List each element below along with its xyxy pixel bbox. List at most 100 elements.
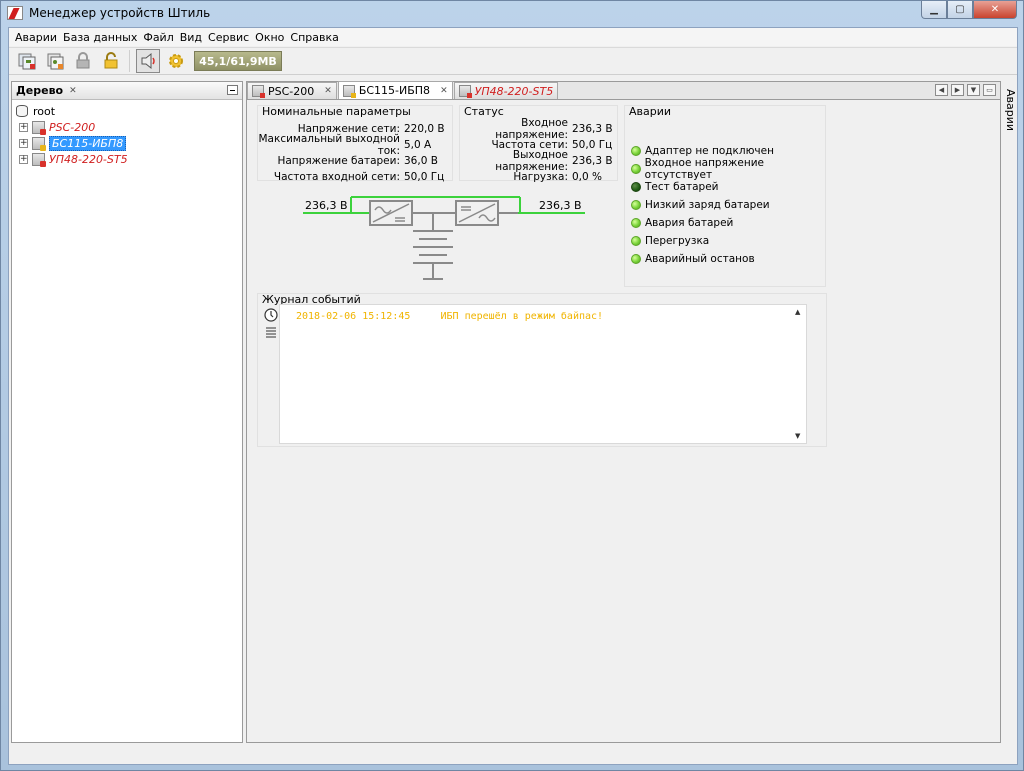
menu-bar: Аварии База данных Файл Вид Сервис Окно … bbox=[9, 28, 1017, 46]
device-editor-panel: PSC-200 ✕ БС115-ИБП8 ✕ УП48-220-ST5 ◀ ▶ … bbox=[246, 81, 1001, 743]
tab-scroll-left-icon[interactable]: ◀ bbox=[935, 84, 948, 96]
status-led-icon bbox=[631, 146, 641, 156]
tab-up48[interactable]: УП48-220-ST5 bbox=[453, 82, 559, 99]
status-value: 236,3 В bbox=[572, 155, 613, 167]
status-bar bbox=[9, 746, 1017, 764]
param-value: 36,0 В bbox=[404, 155, 438, 167]
tab-psc-200[interactable]: PSC-200 ✕ bbox=[247, 82, 337, 99]
alarm-item: Входное напряжение отсутствует bbox=[631, 157, 825, 181]
tree-item-psc-200[interactable]: + PSC-200 bbox=[14, 119, 240, 135]
nominal-params-title: Номинальные параметры bbox=[262, 105, 411, 118]
alarm-label: Низкий заряд батареи bbox=[645, 199, 770, 211]
list-icon[interactable] bbox=[265, 326, 277, 338]
param-label: Напряжение батареи: bbox=[277, 155, 400, 167]
status-led-icon bbox=[631, 254, 641, 264]
lock-button[interactable] bbox=[71, 49, 95, 73]
status-led-icon bbox=[631, 164, 641, 174]
nominal-params-group: Номинальные параметры Напряжение сети: 22… bbox=[257, 105, 453, 183]
device-warning-icon bbox=[32, 136, 46, 151]
tab-bs115[interactable]: БС115-ИБП8 ✕ bbox=[337, 81, 453, 99]
status-value: 0,0 % bbox=[572, 171, 603, 183]
unlock-button[interactable] bbox=[99, 49, 123, 73]
tree-item-bs115[interactable]: + БС115-ИБП8 bbox=[14, 135, 240, 151]
scroll-down-icon[interactable]: ▼ bbox=[795, 432, 800, 440]
close-icon[interactable]: ✕ bbox=[324, 86, 332, 96]
close-icon[interactable]: ✕ bbox=[69, 86, 77, 96]
toolbar: 45,1/61,9МВ bbox=[9, 47, 1017, 75]
device-tree: root + PSC-200 + БС115-ИБП8 + УП48-220-S… bbox=[12, 100, 242, 170]
menu-view[interactable]: Вид bbox=[177, 31, 205, 44]
status-led-icon bbox=[631, 200, 641, 210]
alarms-group: Аварии Адаптер не подключен Входное напр… bbox=[624, 105, 826, 287]
device-content: Номинальные параметры Напряжение сети: 22… bbox=[247, 101, 1000, 742]
toolbar-separator bbox=[129, 50, 130, 72]
status-label: Входное напряжение: bbox=[495, 117, 568, 141]
menu-help[interactable]: Справка bbox=[287, 31, 341, 44]
device-config-button[interactable] bbox=[43, 49, 67, 73]
tree-root-label: root bbox=[33, 104, 56, 118]
menu-database[interactable]: База данных bbox=[60, 31, 140, 44]
scroll-up-icon[interactable]: ▲ bbox=[795, 308, 800, 316]
tree-item-label: БС115-ИБП8 bbox=[49, 135, 127, 151]
ups-diagram bbox=[303, 196, 585, 280]
side-alarms-tab[interactable]: Аварии bbox=[1004, 81, 1017, 743]
device-config-icon bbox=[47, 53, 64, 70]
expand-icon[interactable]: + bbox=[19, 138, 28, 148]
minimize-panel-button[interactable] bbox=[227, 85, 238, 95]
alarm-label: Авария батарей bbox=[645, 217, 734, 229]
alarm-item: Перегрузка bbox=[631, 232, 825, 250]
devices-list-icon bbox=[18, 53, 36, 70]
status-value: 50,0 Гц bbox=[572, 139, 613, 151]
status-group: Статус Входное напряжение: 236,3 В Частот… bbox=[459, 105, 618, 183]
event-log[interactable]: 2018-02-06 15:12:45 ИБП перешёл в режим … bbox=[279, 304, 807, 444]
tree-root[interactable]: root bbox=[14, 103, 240, 119]
device-alarm-icon bbox=[32, 120, 46, 135]
alarm-item: Аварийный останов bbox=[631, 250, 825, 268]
tree-panel: Дерево ✕ root + PSC-200 + БС115-ИБП8 + У… bbox=[11, 81, 243, 743]
tree-item-up48[interactable]: + УП48-220-ST5 bbox=[14, 151, 240, 167]
memory-indicator[interactable]: 45,1/61,9МВ bbox=[194, 51, 282, 71]
tab-scroll-right-icon[interactable]: ▶ bbox=[951, 84, 964, 96]
database-icon bbox=[16, 105, 28, 117]
maximize-editor-icon[interactable]: ▭ bbox=[983, 84, 996, 96]
maximize-button[interactable]: ▢ bbox=[947, 1, 973, 19]
tree-panel-header: Дерево ✕ bbox=[12, 82, 242, 100]
gear-icon bbox=[169, 54, 183, 68]
log-entry: 2018-02-06 15:12:45 ИБП перешёл в режим … bbox=[296, 311, 603, 322]
param-label: Частота входной сети: bbox=[273, 171, 400, 183]
speaker-icon bbox=[141, 52, 155, 70]
devices-list-button[interactable] bbox=[15, 49, 39, 73]
side-tab-label: Аварии bbox=[1004, 89, 1017, 132]
close-button[interactable]: ✕ bbox=[973, 1, 1017, 19]
param-value: 220,0 В bbox=[404, 123, 445, 135]
alarm-list: Адаптер не подключен Входное напряжение … bbox=[631, 142, 825, 268]
clock-icon[interactable] bbox=[264, 308, 278, 322]
app-logo-icon bbox=[7, 6, 23, 20]
tree-item-label: PSC-200 bbox=[49, 120, 96, 134]
menu-file[interactable]: Файл bbox=[140, 31, 176, 44]
alarms-title: Аварии bbox=[629, 105, 672, 118]
param-value: 50,0 Гц bbox=[404, 171, 445, 183]
device-alarm-icon bbox=[458, 85, 472, 98]
alarm-item: Низкий заряд батареи bbox=[631, 196, 825, 214]
tab-list-dropdown-icon[interactable]: ▼ bbox=[967, 84, 980, 96]
expand-icon[interactable]: + bbox=[19, 154, 28, 164]
minimize-button[interactable]: ▁ bbox=[921, 1, 947, 19]
alarm-item: Авария батарей bbox=[631, 214, 825, 232]
settings-button[interactable] bbox=[164, 49, 188, 73]
status-label: Выходное напряжение: bbox=[495, 149, 568, 173]
menu-window[interactable]: Окно bbox=[252, 31, 287, 44]
menu-service[interactable]: Сервис bbox=[205, 31, 252, 44]
param-label: Максимальный выходной ток: bbox=[258, 133, 401, 157]
menu-alarms[interactable]: Аварии bbox=[12, 31, 60, 44]
expand-icon[interactable]: + bbox=[19, 122, 28, 132]
sound-toggle-button[interactable] bbox=[136, 49, 160, 73]
log-scrollbar[interactable]: ▲ ▼ bbox=[792, 305, 806, 443]
lock-icon bbox=[76, 52, 90, 69]
tab-label: БС115-ИБП8 bbox=[358, 84, 431, 97]
tree-panel-title: Дерево bbox=[16, 84, 64, 97]
close-icon[interactable]: ✕ bbox=[440, 86, 448, 96]
device-warning-icon bbox=[342, 84, 356, 98]
status-led-icon bbox=[631, 218, 641, 228]
alarm-label: Входное напряжение отсутствует bbox=[644, 157, 764, 181]
